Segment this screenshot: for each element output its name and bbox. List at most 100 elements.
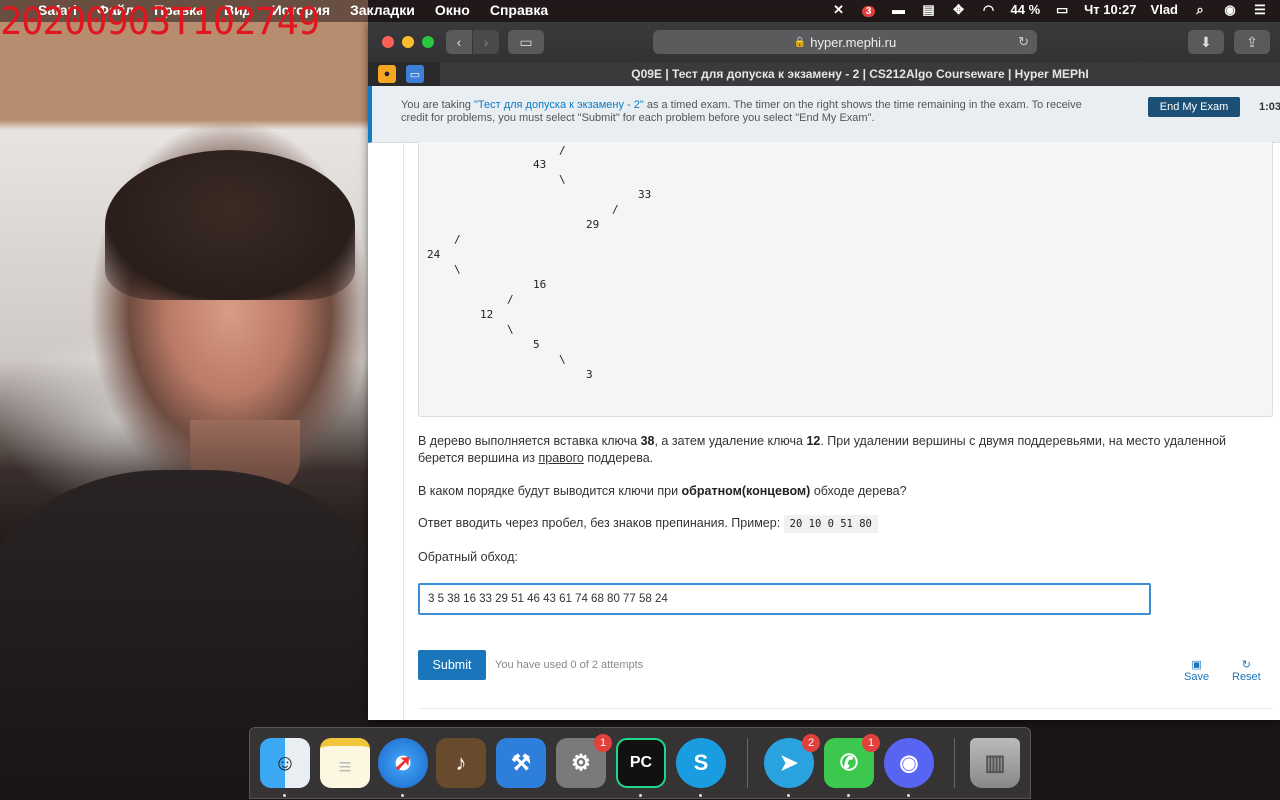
tool-icon[interactable]: ✕ — [831, 2, 847, 17]
sidebar-toggle-button[interactable]: ▭ — [508, 30, 544, 54]
exam-link[interactable]: "Тест для допуска к экзамену - 2" — [474, 99, 644, 111]
running-indicator — [639, 794, 642, 797]
reset-button[interactable]: ↻ Reset — [1232, 659, 1261, 683]
address-bar[interactable]: 🔒 hyper.mephi.ru ↻ — [653, 30, 1037, 54]
answer-label: Обратный обход: — [418, 550, 518, 564]
attempts-info: You have used 0 of 2 attempts — [495, 659, 644, 671]
tree-node: 16 — [533, 278, 547, 291]
notification-badge: 1 — [862, 734, 880, 752]
battery-icon[interactable]: ▭ — [1054, 2, 1070, 17]
tree-node: 33 — [638, 188, 652, 201]
downloads-button[interactable]: ⬇ — [1188, 30, 1224, 54]
browser-toolbar: ‹ › ▭ 🔒 hyper.mephi.ru ↻ ⬇ ⇪ — [368, 22, 1280, 63]
reload-icon[interactable]: ↻ — [1018, 34, 1029, 50]
webcam-hair — [105, 150, 355, 300]
dock-separator — [747, 738, 748, 788]
menu-clock[interactable]: Чт 10:27 — [1084, 2, 1136, 17]
save-button[interactable]: ▣ Save — [1184, 659, 1209, 683]
timed-exam-banner: You are taking "Тест для допуска к экзам… — [368, 86, 1280, 143]
tree-edge: / — [507, 293, 514, 306]
message-icon[interactable]: ▬ — [891, 2, 907, 17]
answer-input[interactable]: 3 5 38 16 33 29 51 46 43 61 74 68 80 77 … — [418, 583, 1151, 615]
xcode-icon[interactable]: ⚒ — [496, 738, 546, 788]
finder-icon[interactable]: ☺ — [260, 738, 310, 788]
menu-help[interactable]: Справка — [490, 2, 548, 18]
notes-icon[interactable]: ≡ — [320, 738, 370, 788]
wifi-icon[interactable]: ◠ — [981, 2, 997, 17]
window-maximize-button[interactable] — [422, 36, 434, 48]
answer-format-hint: Ответ вводить через пробел, без знаков п… — [418, 515, 1258, 533]
end-my-exam-button[interactable]: End My Exam — [1148, 97, 1240, 117]
window-minimize-button[interactable] — [402, 36, 414, 48]
exam-banner-text: You are taking "Тест для допуска к экзам… — [401, 99, 1082, 124]
battery-percent[interactable]: 44 % — [1011, 2, 1041, 17]
pycharm-icon[interactable]: PC — [616, 738, 666, 788]
tab-bar: ● ▭ Q09E | Тест для допуска к экзамену -… — [368, 62, 1280, 87]
problem-statement: В дерево выполняется вставка ключа 38, а… — [418, 434, 1226, 465]
window-close-button[interactable] — [382, 36, 394, 48]
problem-question: В каком порядке будут выводится ключи пр… — [418, 484, 907, 498]
firefox-favicon-icon[interactable]: ● — [378, 65, 396, 83]
tree-edge: \ — [559, 173, 566, 186]
running-indicator — [787, 794, 790, 797]
siri-icon[interactable]: ◉ — [1222, 2, 1238, 17]
tree-edge: / — [559, 144, 566, 157]
webcam-video — [0, 0, 368, 800]
active-tab[interactable]: Q09E | Тест для допуска к экзамену - 2 |… — [440, 62, 1280, 86]
flag-icon[interactable]: ▤ — [921, 2, 937, 17]
url-text: hyper.mephi.ru — [810, 34, 897, 50]
menu-user[interactable]: Vlad — [1151, 2, 1178, 17]
running-indicator — [699, 794, 702, 797]
tree-node: 12 — [480, 308, 494, 321]
discord-icon[interactable]: ◉ — [884, 738, 934, 788]
move-icon[interactable]: ✥ — [951, 2, 967, 17]
menu-bookmarks[interactable]: Закладки — [350, 2, 415, 18]
running-indicator — [401, 794, 404, 797]
save-icon: ▣ — [1191, 659, 1202, 671]
tree-node: 29 — [586, 218, 600, 231]
reset-icon: ↻ — [1241, 659, 1251, 671]
skype-icon[interactable]: S — [676, 738, 726, 788]
notification-badge: 2 — [802, 734, 820, 752]
submit-button[interactable]: Submit — [418, 650, 486, 680]
garageband-icon[interactable]: ♪ — [436, 738, 486, 788]
dock-separator — [954, 738, 955, 788]
tree-edge: / — [612, 203, 619, 216]
share-icon: ⇪ — [1246, 33, 1258, 50]
lock-icon: 🔒 — [793, 36, 807, 48]
spotlight-search-icon[interactable]: ⌕ — [1192, 2, 1208, 17]
trash-icon[interactable]: ▥ — [970, 738, 1020, 788]
facetime-icon[interactable]: ✆ 1 — [824, 734, 880, 788]
section-divider — [418, 708, 1273, 709]
running-indicator — [847, 794, 850, 797]
chevron-right-icon: › — [483, 34, 489, 50]
page-content: You are taking "Тест для допуска к экзам… — [368, 86, 1280, 720]
chat-favicon-icon[interactable]: ▭ — [406, 65, 424, 83]
exam-timer: 1:03: — [1259, 101, 1280, 113]
control-menu-icon[interactable]: ☰ — [1252, 2, 1268, 17]
running-indicator — [283, 794, 286, 797]
safari-icon[interactable]: ➚ — [378, 738, 428, 788]
tree-node: 24 — [427, 248, 441, 261]
recording-timestamp: 20200903T102749 — [0, 0, 320, 43]
tree-edge: \ — [454, 263, 461, 276]
tree-node: 5 — [533, 338, 540, 351]
share-button[interactable]: ⇪ — [1234, 30, 1270, 54]
tree-diagram: / 43 \ 33 / 29 / 24 \ 16 / 12 \ 5 \ 3 — [418, 142, 1273, 417]
dock: ☺ ≡ ➚ ♪ ⚒ ⚙ 1 PC S ➤ 2 ✆ 1 ◉ ▥ — [249, 727, 1031, 799]
back-button[interactable]: ‹ — [446, 30, 472, 54]
telegram-icon[interactable]: ➤ 2 — [764, 734, 820, 788]
safari-window: ‹ › ▭ 🔒 hyper.mephi.ru ↻ ⬇ ⇪ ● ▭ Q09E | … — [368, 22, 1280, 720]
system-preferences-icon[interactable]: ⚙ 1 — [556, 734, 612, 788]
tree-edge: / — [454, 233, 461, 246]
tree-node: 43 — [533, 158, 547, 171]
chevron-left-icon: ‹ — [456, 34, 462, 50]
menu-window[interactable]: Окно — [435, 2, 470, 18]
tree-edge: \ — [559, 353, 566, 366]
tree-edge: \ — [507, 323, 514, 336]
tree-node: 3 — [586, 368, 593, 381]
notification-icon[interactable]: 3 — [861, 3, 877, 17]
forward-button[interactable]: › — [473, 30, 499, 54]
course-column-edge — [403, 142, 404, 720]
sidebar-icon: ▭ — [519, 33, 533, 50]
